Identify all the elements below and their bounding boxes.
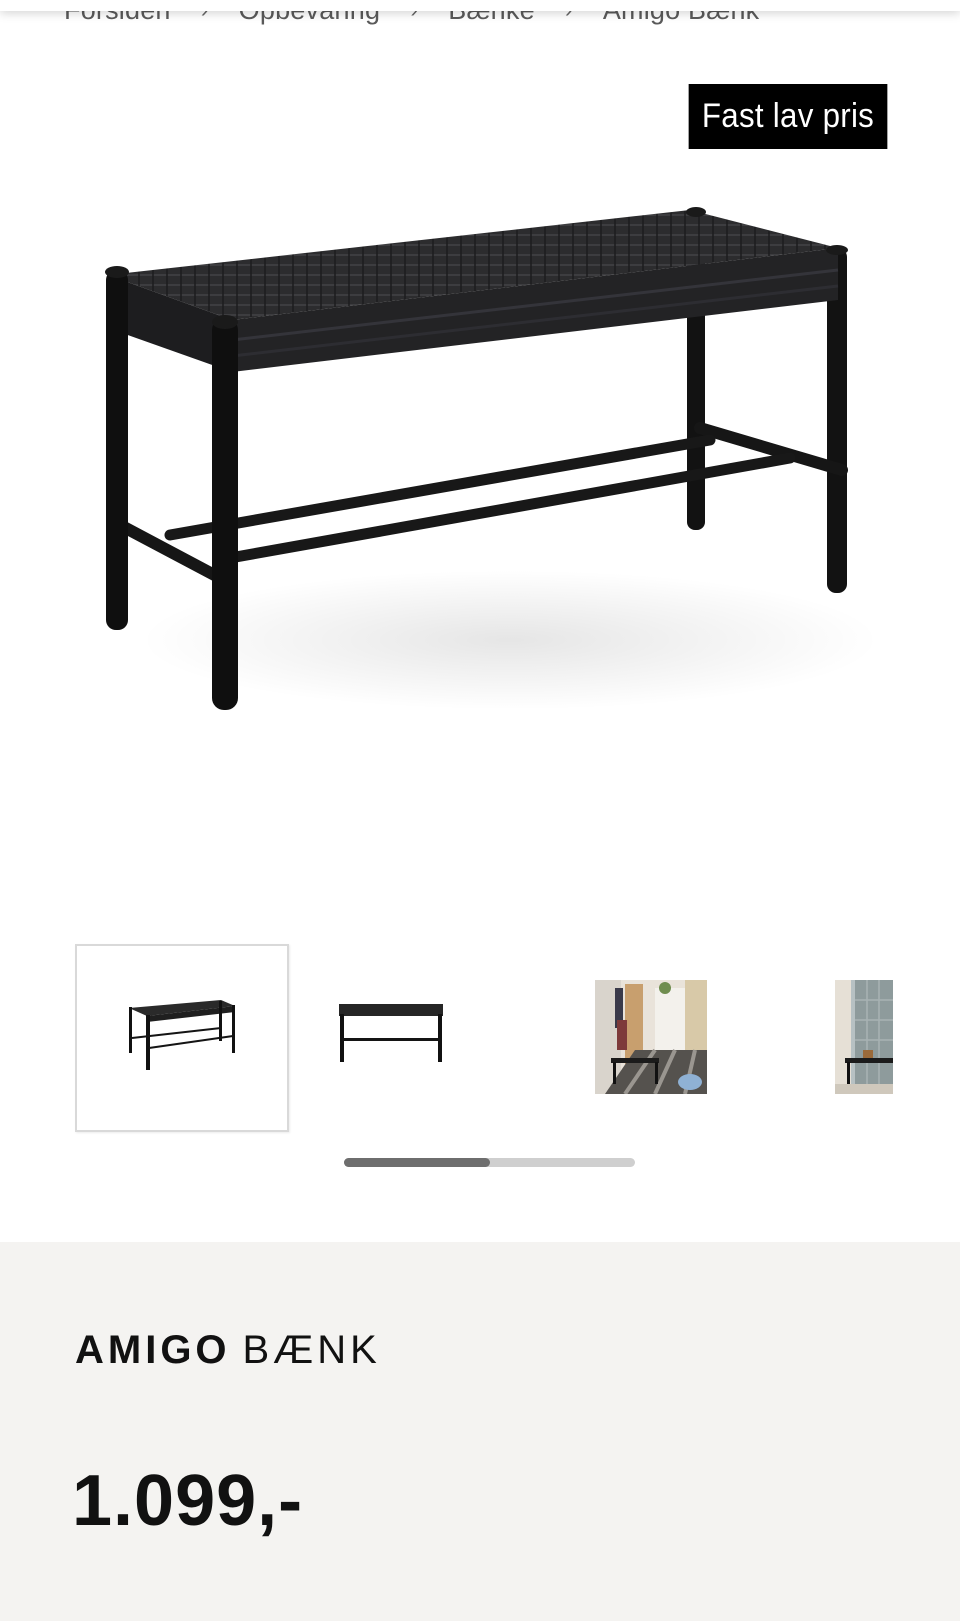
thumbnail-bench-room[interactable] xyxy=(835,944,895,1132)
product-main-image[interactable] xyxy=(90,200,890,760)
thumbnail-bench-angle[interactable] xyxy=(75,944,289,1132)
product-title: AMIGO BÆNK xyxy=(75,1328,381,1373)
product-price: 1.099,- xyxy=(72,1461,304,1541)
top-header-edge xyxy=(0,0,960,11)
thumbnail-carousel xyxy=(75,944,905,1134)
product-page: Forsiden › Opbevaring › Bænke › Amigo Bæ… xyxy=(0,0,960,1621)
product-brand: AMIGO xyxy=(75,1328,231,1372)
thumbnail-bench-front[interactable] xyxy=(335,944,485,1132)
carousel-scrollbar[interactable] xyxy=(344,1158,635,1167)
product-info-panel: AMIGO BÆNK 1.099,- xyxy=(0,1242,960,1621)
product-kind: BÆNK xyxy=(242,1328,381,1372)
thumbnail-bench-hallway-room[interactable] xyxy=(595,944,710,1132)
carousel-scrollbar-thumb[interactable] xyxy=(344,1158,490,1167)
fixed-low-price-badge: Fast lav pris xyxy=(688,84,888,149)
